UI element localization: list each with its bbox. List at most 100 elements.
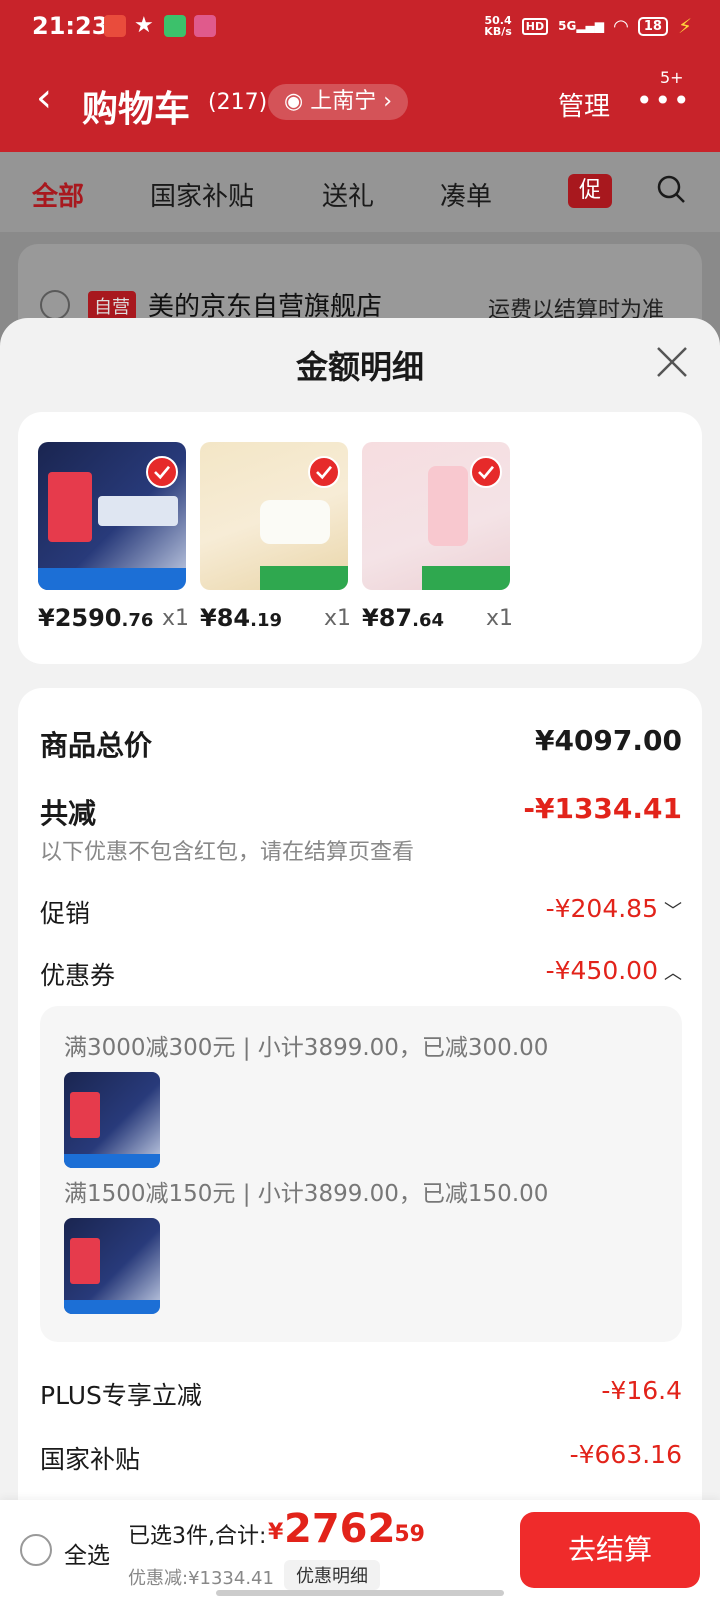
- tab-subsidy[interactable]: 国家补贴: [150, 176, 254, 213]
- price-decimal: .64: [412, 610, 444, 631]
- ac-unit-shape: [98, 496, 178, 526]
- battery-icon: 18: [637, 16, 668, 36]
- product-banner: [64, 1300, 160, 1314]
- coupon-breakdown: 满3000减300元 | 小计3899.00，已减300.00 满1500减15…: [40, 1006, 682, 1342]
- coupon-product-thumbnail: [64, 1072, 160, 1168]
- currency-symbol: ¥: [268, 1520, 284, 1545]
- self-operated-tag: 自营: [88, 291, 136, 321]
- selected-check-icon[interactable]: [470, 456, 502, 488]
- notification-app-icon: [104, 15, 126, 37]
- subsidy-banner: [422, 566, 510, 590]
- selected-products-card: ¥2590.76 x1 ¥84.19 x1 ¥87.64 x1: [18, 412, 702, 664]
- wifi-icon: ◠: [614, 15, 628, 37]
- discount-detail-button[interactable]: 优惠明细: [284, 1560, 380, 1590]
- cart-title-bar: ‹ 购物车 (217) ◉ 上南宁 › 管理 ••• 5+: [0, 68, 720, 136]
- status-indicators: 50.4 KB/s HD 5G▂▄▆ ◠ 18 ⚡: [484, 14, 692, 38]
- national-subsidy-value: -¥663.16: [569, 1440, 682, 1469]
- status-app-icons: ★: [104, 15, 216, 37]
- store-app-icon: [194, 15, 216, 37]
- coupon-product-thumbnail: [64, 1218, 160, 1314]
- hd-icon: HD: [521, 17, 549, 35]
- location-label: 上南宁: [310, 89, 377, 114]
- chevron-down-icon: ﹀: [664, 901, 682, 922]
- chevron-right-icon: ›: [376, 89, 393, 114]
- price-integer: ¥2590: [38, 604, 122, 632]
- store-select-radio[interactable]: [40, 290, 70, 320]
- discount-summary: 优惠减:¥1334.41: [128, 1568, 274, 1589]
- total-amount-decimal: .59: [386, 1522, 425, 1547]
- coupon-label: 优惠券: [40, 961, 116, 990]
- selected-summary: 已选3件,合计:: [128, 1524, 267, 1549]
- product-banner: [38, 568, 186, 590]
- product-image-ac: [38, 442, 186, 590]
- coupon-detail-line: 满1500减150元 | 小计3899.00，已减150.00: [64, 1181, 549, 1207]
- tab-gift[interactable]: 送礼: [322, 176, 374, 213]
- filter-tabs: 全部 国家补贴 送礼 凑单 促: [0, 152, 720, 232]
- total-reduction-label: 共减: [40, 797, 97, 830]
- product-price: ¥2590.76: [38, 604, 153, 632]
- product-item[interactable]: ¥2590.76 x1: [38, 442, 190, 636]
- coupon-value-wrap: -¥450.00 ︿: [546, 956, 682, 985]
- selected-check-icon[interactable]: [308, 456, 340, 488]
- product-image-blender: [362, 442, 510, 590]
- net-speed-unit: KB/s: [484, 25, 512, 38]
- price-integer: ¥87: [362, 604, 413, 632]
- eye-icon: ◉: [284, 89, 311, 114]
- product-price-row: ¥84.19 x1: [200, 604, 352, 636]
- product-price-row: ¥2590.76 x1: [38, 604, 190, 636]
- product-label-block: [70, 1092, 100, 1138]
- tab-all[interactable]: 全部: [32, 176, 84, 213]
- sheet-title: 金额明细: [295, 348, 424, 386]
- product-price: ¥84.19: [200, 604, 282, 632]
- price-integer: ¥84: [200, 604, 251, 632]
- product-quantity: x1: [486, 606, 514, 631]
- total-amount: 2762: [284, 1506, 396, 1552]
- promotion-value: -¥204.85: [545, 894, 658, 923]
- signal-icon: 5G▂▄▆: [558, 19, 605, 33]
- search-icon[interactable]: [656, 174, 686, 204]
- close-icon[interactable]: [652, 342, 692, 382]
- location-selector[interactable]: ◉ 上南宁 ›: [268, 84, 409, 120]
- total-price-label: 商品总价: [40, 729, 153, 762]
- amount-detail-sheet: 金额明细 ¥2590.76 x1 ¥84.19 x1 ¥87.64 x1 商品总…: [0, 318, 720, 1600]
- select-all-radio[interactable]: [20, 1534, 52, 1566]
- page-title: 购物车: [82, 89, 191, 130]
- cart-count: (217): [208, 90, 268, 115]
- selected-check-icon[interactable]: [146, 456, 178, 488]
- product-quantity: x1: [324, 606, 352, 631]
- coupon-value: -¥450.00: [545, 956, 658, 985]
- product-label-block: [48, 472, 92, 542]
- product-item[interactable]: ¥87.64 x1: [362, 442, 514, 636]
- network-speed: 50.4 KB/s: [484, 15, 511, 37]
- manage-button[interactable]: 管理: [558, 86, 610, 123]
- price-detail-card: 商品总价 ¥4097.00 共减 -¥1334.41 以下优惠不包含红包，请在结…: [18, 688, 702, 1600]
- tab-bundle[interactable]: 凑单: [440, 176, 492, 213]
- subsidy-banner: [260, 566, 348, 590]
- steamer-shape: [260, 500, 330, 544]
- select-all-label[interactable]: 全选: [64, 1536, 110, 1570]
- charging-icon: ⚡: [677, 14, 692, 38]
- product-label-block: [70, 1238, 100, 1284]
- signal-label: 5G: [558, 19, 577, 33]
- total-reduction-value: -¥1334.41: [523, 792, 682, 825]
- more-badge: 5+: [660, 68, 684, 87]
- status-bar: 21:23 ★ 50.4 KB/s HD 5G▂▄▆ ◠ 18 ⚡: [0, 0, 720, 56]
- checkmark-icon: [478, 465, 495, 480]
- more-menu-icon[interactable]: •••: [636, 84, 692, 117]
- chevron-up-icon: ︿: [664, 963, 682, 984]
- promo-tab[interactable]: 促: [568, 174, 612, 208]
- home-indicator[interactable]: [216, 1590, 504, 1596]
- plus-discount-value: -¥16.4: [601, 1376, 682, 1405]
- product-item[interactable]: ¥84.19 x1: [200, 442, 352, 636]
- star-icon: ★: [134, 13, 154, 38]
- product-quantity: x1: [162, 606, 190, 631]
- promotion-value-wrap: -¥204.85 ﹀: [546, 894, 682, 923]
- checkout-bar: 全选 已选3件,合计: ¥ 2762 .59 优惠减:¥1334.41 优惠明细…: [0, 1500, 720, 1600]
- checkout-button[interactable]: 去结算: [520, 1512, 700, 1588]
- promotion-label: 促销: [40, 899, 91, 928]
- product-price-row: ¥87.64 x1: [362, 604, 514, 636]
- back-arrow-icon[interactable]: ‹: [36, 78, 52, 118]
- blender-shape: [428, 466, 468, 546]
- product-image-steamer: [200, 442, 348, 590]
- price-decimal: .76: [121, 610, 154, 631]
